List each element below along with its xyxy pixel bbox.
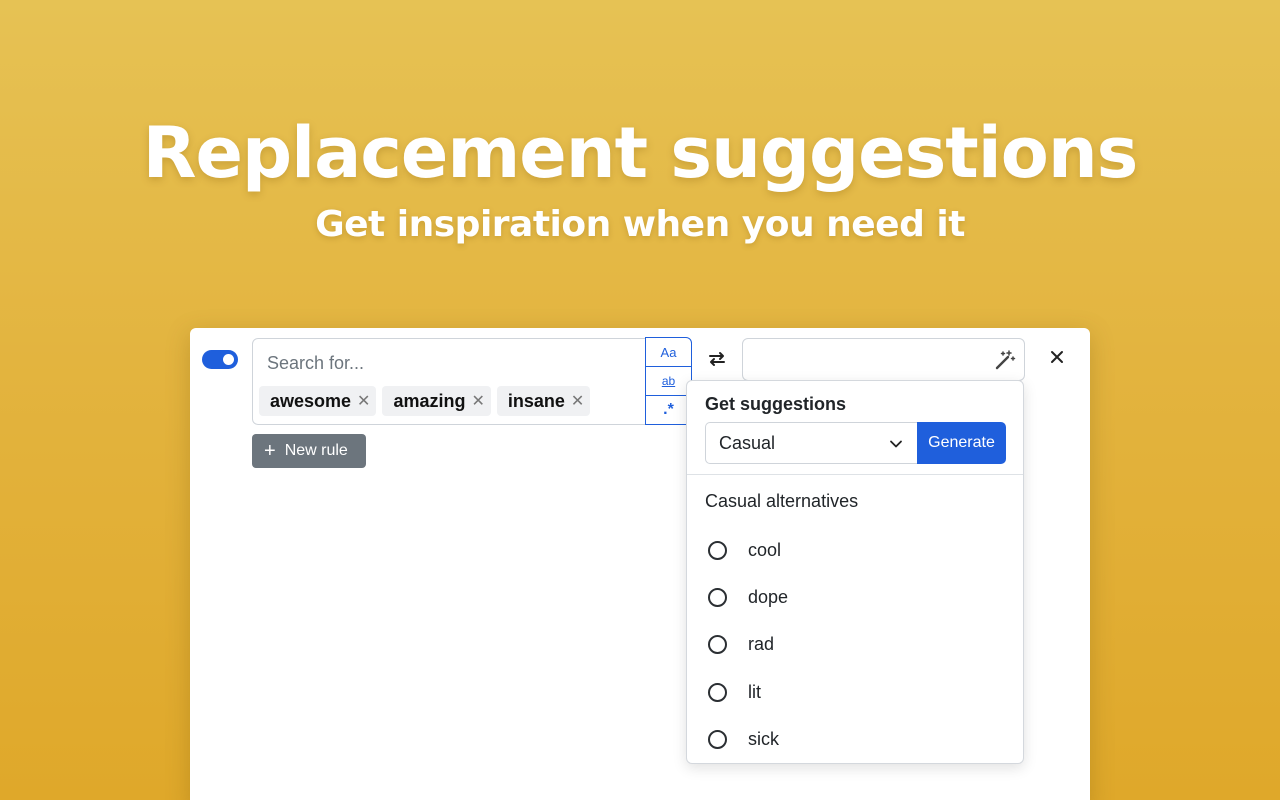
radio-button[interactable] <box>708 541 727 561</box>
suggestions-popover: Get suggestions Casual Generate Casual a… <box>686 380 1024 764</box>
search-tag: amazing ✕ <box>382 386 491 416</box>
chevron-down-icon <box>890 440 902 448</box>
remove-tag-icon[interactable]: ✕ <box>571 391 584 411</box>
plus-icon: + <box>264 440 276 462</box>
search-tag: insane ✕ <box>496 386 591 416</box>
radio-button[interactable] <box>708 682 727 702</box>
search-terms-box[interactable]: awesome ✕ amazing ✕ insane ✕ <box>252 338 692 425</box>
search-options: Aa ab .* <box>645 337 692 425</box>
alternative-label: lit <box>748 681 761 702</box>
remove-tag-icon[interactable]: ✕ <box>471 391 484 411</box>
tone-select[interactable]: Casual <box>705 422 917 464</box>
generate-button[interactable]: Generate <box>917 422 1006 464</box>
search-tag: awesome ✕ <box>259 386 377 416</box>
new-rule-label: New rule <box>284 442 348 459</box>
regex-button[interactable]: .* <box>646 396 691 424</box>
rule-enabled-toggle[interactable] <box>202 350 238 369</box>
magic-wand-icon[interactable] <box>994 349 1016 371</box>
search-tags: awesome ✕ amazing ✕ insane ✕ <box>259 386 591 416</box>
radio-button[interactable] <box>708 588 727 608</box>
alternative-label: sick <box>748 728 779 749</box>
alternative-option[interactable]: lit <box>708 669 788 716</box>
suggestions-title: Get suggestions <box>705 394 847 414</box>
whole-word-button[interactable]: ab <box>646 367 691 396</box>
radio-button[interactable] <box>708 729 727 749</box>
remove-tag-icon[interactable]: ✕ <box>357 391 370 411</box>
close-icon[interactable] <box>1048 348 1066 366</box>
swap-arrows-icon[interactable] <box>706 348 728 370</box>
search-tag-label: insane <box>507 390 565 411</box>
alternative-option[interactable]: rad <box>708 621 788 668</box>
match-case-button[interactable]: Aa <box>646 338 691 367</box>
search-tag-label: awesome <box>270 390 352 411</box>
search-input[interactable] <box>267 351 627 375</box>
alternative-option[interactable]: sick <box>708 716 788 763</box>
alternative-option[interactable]: dope <box>708 574 788 621</box>
replace-input[interactable] <box>742 338 1025 381</box>
hero-title: Replacement suggestions <box>142 112 1139 194</box>
alternatives-list: cool dope rad lit sick <box>708 527 788 763</box>
alternatives-heading: Casual alternatives <box>705 491 859 511</box>
alternative-label: rad <box>748 634 775 655</box>
toggle-knob <box>223 354 234 365</box>
alternative-label: cool <box>748 540 782 561</box>
new-rule-button[interactable]: + New rule <box>252 434 366 468</box>
hero-subtitle: Get inspiration when you need it <box>315 204 965 245</box>
radio-button[interactable] <box>708 635 727 655</box>
alternative-option[interactable]: cool <box>708 527 788 574</box>
divider <box>687 474 1023 475</box>
tone-select-value: Casual <box>719 432 776 453</box>
search-tag-label: amazing <box>393 390 466 411</box>
alternative-label: dope <box>748 587 789 608</box>
